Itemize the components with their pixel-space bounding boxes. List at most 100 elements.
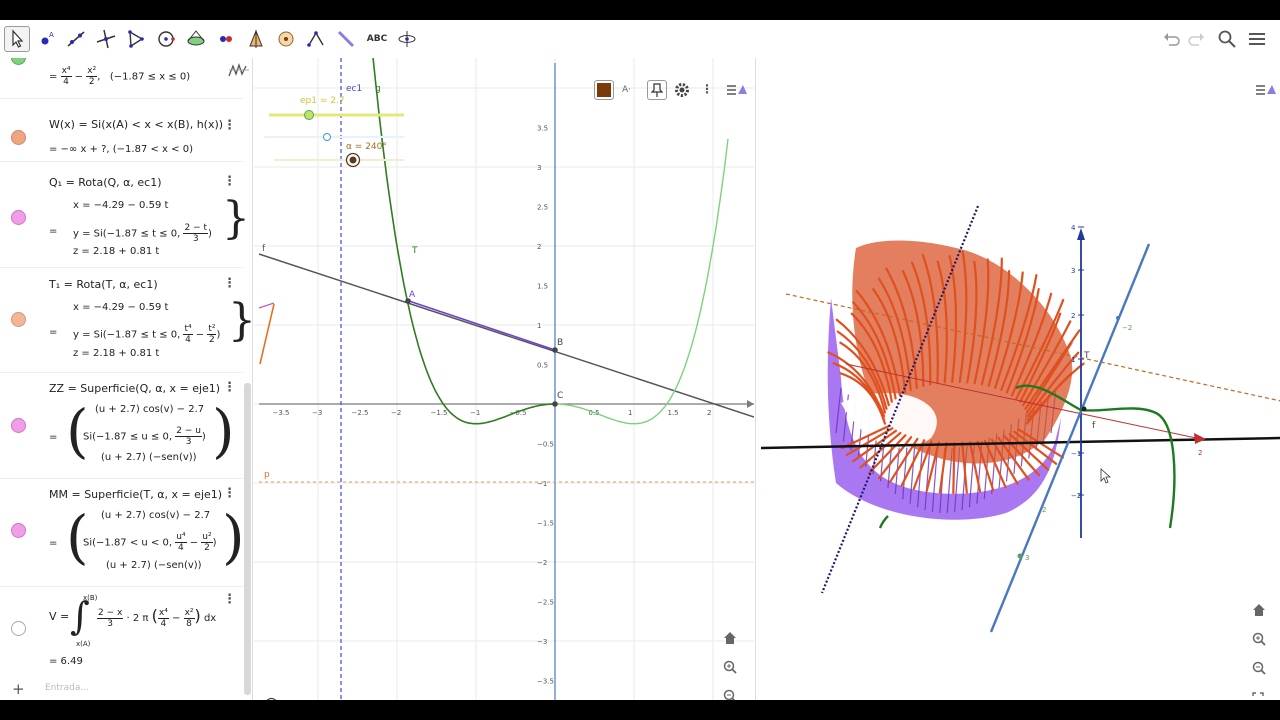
- label-c: C: [557, 391, 563, 401]
- graphics-view-3d[interactable]: 4 3 2 1 −1 −2 3 2 −2 T f 2: [755, 58, 1280, 700]
- vector-tool-icon[interactable]: [333, 26, 359, 52]
- input-placeholder[interactable]: Entrada...: [45, 683, 89, 693]
- text-tool-button[interactable]: ABC: [363, 26, 391, 52]
- graph-style-icon[interactable]: [228, 62, 250, 82]
- vertical-scrollbar[interactable]: [244, 383, 251, 695]
- integral-lower: x(A): [76, 640, 91, 648]
- slider-2-handle[interactable]: [323, 133, 331, 141]
- reflect-tool-icon[interactable]: [243, 26, 269, 52]
- curve-g-3d-tail[interactable]: [878, 515, 889, 529]
- pin-icon[interactable]: [647, 80, 667, 100]
- redo-icon[interactable]: [1186, 28, 1208, 50]
- visibility-toggle-h[interactable]: [11, 58, 26, 65]
- x-tick-label: −2: [391, 409, 401, 417]
- point-on-line-green: [1017, 553, 1023, 559]
- rotate-view-tool-icon[interactable]: [394, 26, 420, 52]
- visibility-toggle-zz[interactable]: [11, 418, 26, 433]
- algebra-row-mm[interactable]: MM = Superficie(T, α, x = eje1) ⋮ = ( (u…: [0, 480, 245, 580]
- home-icon[interactable]: [723, 630, 737, 649]
- w-definition: W(x) = Si(x(A) < x < x(B), h(x)): [49, 118, 224, 131]
- algebra-row-q1[interactable]: Q₁ = Rota(Q, α, ec1) ⋮ = x = −4.29 − 0.5…: [0, 163, 250, 261]
- add-icon[interactable]: +: [12, 680, 25, 698]
- visibility-toggle-w[interactable]: [11, 130, 26, 145]
- row-menu-icon[interactable]: ⋮: [223, 380, 236, 395]
- graphics-stylebar-toggle-icon[interactable]: [726, 82, 748, 102]
- row-menu-icon[interactable]: ⋮: [223, 118, 236, 133]
- y-tick-label: 2.5: [537, 204, 548, 212]
- fullscreen-icon[interactable]: [1252, 689, 1264, 700]
- axis-y-arrow: [1194, 433, 1206, 444]
- algebra-row-h[interactable]: = x⁴ 4 − x² 2, (−1.87 ≤ x ≤ 0): [0, 58, 249, 92]
- algebra-row-zz[interactable]: ZZ = Superficie(Q, α, x = eje1) ⋮ = ( (u…: [0, 374, 243, 474]
- home-3d-icon[interactable]: [1252, 602, 1266, 621]
- line-f[interactable]: [258, 253, 754, 418]
- label-minus-2: −2: [1122, 324, 1132, 332]
- visibility-toggle-mm[interactable]: [11, 523, 26, 538]
- row-menu-icon[interactable]: ⋮: [223, 174, 236, 189]
- row-menu-icon[interactable]: ⋮: [223, 592, 236, 607]
- visibility-toggle-q1[interactable]: [11, 210, 26, 225]
- h-frac-b: x² 2: [86, 66, 98, 87]
- algebra-row-w[interactable]: W(x) = Si(x(A) < x < x(B), h(x)) = −∞ x …: [0, 100, 243, 155]
- mm-l3: (u + 2.7) (−sen(v)): [106, 560, 202, 571]
- line-tool-icon[interactable]: [63, 26, 89, 52]
- label-t: T: [411, 246, 418, 256]
- point-tool-icon[interactable]: A: [34, 26, 60, 52]
- curve-g-light[interactable]: [555, 139, 729, 425]
- graphics-3d-canvas[interactable]: 4 3 2 1 −1 −2 3 2 −2 T f 2: [756, 58, 1280, 700]
- settings-gear-icon[interactable]: [674, 82, 690, 102]
- slider-ep1-handle[interactable]: [304, 110, 314, 120]
- zoom-out-icon[interactable]: [723, 688, 737, 700]
- z-tick-label: −1: [1071, 450, 1081, 458]
- slider-tool-icon[interactable]: [213, 26, 239, 52]
- h-range: (−1.87 ≤ x ≤ 0): [109, 71, 191, 83]
- v-integrand: 2 − x3 · 2 π (x⁴ 4 − x² 8) dx: [97, 606, 217, 629]
- graphics3d-stylebar-toggle-icon[interactable]: [1255, 82, 1277, 102]
- search-icon[interactable]: [1216, 28, 1238, 50]
- move-tool-icon[interactable]: [4, 26, 30, 52]
- row-menu-icon[interactable]: ⋮: [223, 486, 236, 501]
- zoom-out-3d-icon[interactable]: [1252, 660, 1266, 679]
- circle-tool-icon[interactable]: [153, 26, 179, 52]
- point-origin-3d: [1081, 406, 1087, 412]
- color-button[interactable]: [594, 80, 614, 100]
- y-tick-label: 1: [537, 322, 541, 330]
- point-b[interactable]: [552, 347, 558, 353]
- label-2: 2: [1042, 506, 1046, 514]
- angle-tool-icon[interactable]: [273, 26, 299, 52]
- label-style-icon[interactable]: A·: [622, 85, 631, 95]
- t1-definition: T₁ = Rota(T, α, ec1): [49, 278, 158, 291]
- segment-orange[interactable]: [259, 303, 275, 365]
- zz-l3: (u + 2.7) (−sen(v)): [101, 452, 197, 463]
- graphics-view-2d[interactable]: −3.5 −3 −2.5 −2 −1.5 −1 −0.5 0.5 1 1.5 2 3.5 3 2.5 2 1…: [254, 58, 754, 700]
- transform-tool-icon[interactable]: [303, 26, 329, 52]
- input-bar[interactable]: + Entrada...: [0, 678, 243, 700]
- row-menu-icon[interactable]: ⋮: [223, 276, 236, 291]
- undo-icon[interactable]: [1160, 28, 1182, 50]
- x-tick-label: 1: [628, 409, 632, 417]
- curve-g[interactable]: [372, 58, 555, 425]
- visibility-toggle-v[interactable]: [11, 621, 26, 636]
- zoom-in-3d-icon[interactable]: [1252, 631, 1266, 650]
- geogebra-app: A ABC = x⁴ 4 − x² 2 , (−1.87 ≤ x ≤ 0) W(…: [0, 20, 1280, 700]
- visibility-toggle-t1[interactable]: [11, 312, 26, 327]
- point-c[interactable]: [552, 401, 558, 407]
- y-tick-label: −1: [537, 480, 547, 488]
- polygon-tool-icon[interactable]: [123, 26, 149, 52]
- conic-tool-icon[interactable]: [183, 26, 209, 52]
- perpendicular-tool-icon[interactable]: [93, 26, 119, 52]
- zoom-in-icon[interactable]: [723, 659, 737, 678]
- y-tick-label: 3.5: [537, 125, 548, 133]
- graphics-2d-canvas[interactable]: −3.5 −3 −2.5 −2 −1.5 −1 −0.5 0.5 1 1.5 2 3.5 3 2.5 2 1…: [254, 58, 754, 700]
- segment-pink[interactable]: [258, 302, 275, 309]
- x-tick-label: −3.5: [273, 409, 290, 417]
- h-value: = x⁴ 4 − x² 2, (−1.87 ≤ x ≤ 0): [49, 66, 191, 87]
- hamburger-menu-icon[interactable]: [1246, 28, 1268, 50]
- algebra-view: = x⁴ 4 − x² 2, (−1.87 ≤ x ≤ 0) W(x) = Si(x…: [0, 58, 253, 700]
- right-paren: ): [222, 503, 245, 571]
- algebra-row-v[interactable]: V = x(B) ∫ x(A) 2 − x3 · 2 π (x⁴ 4 − x² 8)…: [0, 588, 243, 674]
- more-options-icon[interactable]: ⋮: [701, 82, 713, 96]
- slider-alpha-label: α = 240°: [346, 142, 387, 152]
- algebra-row-t1[interactable]: T₁ = Rota(T, α, ec1) ⋮ = x = −4.29 − 0.5…: [0, 269, 252, 367]
- y-tick-label: −1.5: [537, 520, 554, 528]
